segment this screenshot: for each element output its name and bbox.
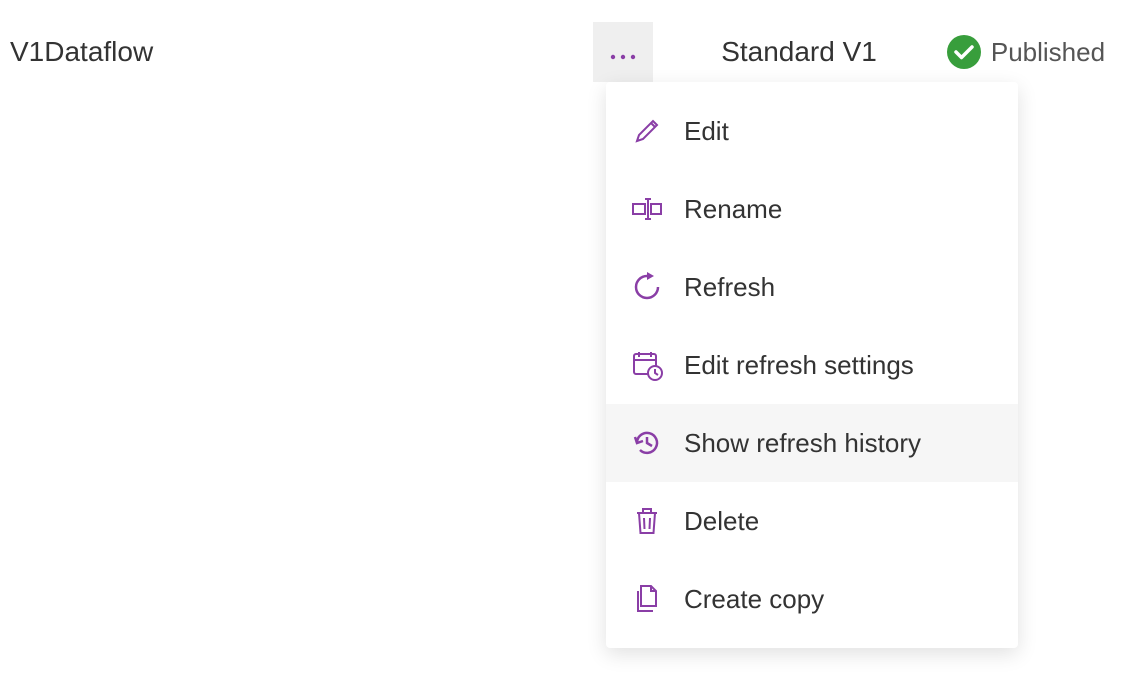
menu-item-edit[interactable]: Edit (606, 92, 1018, 170)
menu-item-label: Edit refresh settings (684, 350, 914, 381)
menu-item-label: Delete (684, 506, 759, 537)
dataflow-name[interactable]: V1Dataflow (10, 36, 153, 68)
more-actions-button[interactable] (593, 22, 653, 82)
trash-icon (630, 504, 664, 538)
status-badge: Published (947, 35, 1105, 69)
menu-item-delete[interactable]: Delete (606, 482, 1018, 560)
menu-item-rename[interactable]: Rename (606, 170, 1018, 248)
menu-item-label: Show refresh history (684, 428, 921, 459)
checkmark-icon (947, 35, 981, 69)
status-label: Published (991, 37, 1105, 68)
history-icon (630, 426, 664, 460)
menu-item-label: Create copy (684, 584, 824, 615)
context-menu: Edit Rename Refresh (606, 82, 1018, 648)
dataflow-row: V1Dataflow Standard V1 Published (0, 0, 1140, 82)
calendar-clock-icon (630, 348, 664, 382)
ellipsis-icon (609, 37, 637, 68)
copy-icon (630, 582, 664, 616)
dataflow-type-label: Standard V1 (721, 36, 877, 68)
rename-icon (630, 192, 664, 226)
menu-item-label: Refresh (684, 272, 775, 303)
pencil-icon (630, 114, 664, 148)
refresh-icon (630, 270, 664, 304)
menu-item-create-copy[interactable]: Create copy (606, 560, 1018, 638)
menu-item-label: Edit (684, 116, 729, 147)
menu-item-edit-refresh-settings[interactable]: Edit refresh settings (606, 326, 1018, 404)
menu-item-label: Rename (684, 194, 782, 225)
menu-item-refresh[interactable]: Refresh (606, 248, 1018, 326)
menu-item-show-refresh-history[interactable]: Show refresh history (606, 404, 1018, 482)
